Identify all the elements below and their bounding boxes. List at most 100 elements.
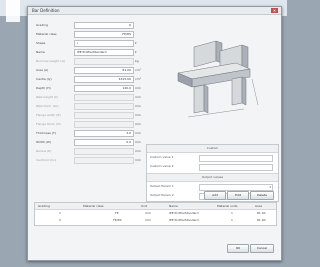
column-header[interactable]: Grading <box>38 203 50 209</box>
area-field[interactable]: 81.00 <box>74 67 134 74</box>
bar-definition-window: Bar Definition ✕ Grading 0 Material clas… <box>27 6 282 261</box>
output-param-1-label: Output Param 1 <box>150 184 174 188</box>
web-thickness-field <box>74 103 134 110</box>
web-height-field <box>74 94 134 101</box>
table-cell: 1 <box>59 211 61 215</box>
centroid-field <box>74 157 134 164</box>
field-label: Nominal weight (G) <box>36 59 66 63</box>
profile-name-select[interactable]: IPE Profile/Standard <box>74 49 134 56</box>
table-cell: 81.00 <box>257 211 266 215</box>
unit-label: mm <box>135 149 141 153</box>
flange-width-field <box>74 112 134 119</box>
unit-label: cm⁴ <box>135 77 141 81</box>
width-field[interactable]: 0.0 <box>74 139 134 146</box>
field-label: Thickness (T) <box>36 131 56 135</box>
ok-button[interactable]: OK <box>227 244 249 253</box>
delete-button[interactable]: Delete <box>250 191 274 200</box>
section-properties-form: Grading 0 Material class FE/RS Shape I ▾… <box>34 21 152 175</box>
add-button[interactable]: Add <box>204 191 226 200</box>
table-cell: 1 <box>231 218 233 222</box>
table-cell: 1 <box>231 211 233 215</box>
custom-value-2-label: Custom value 2 <box>150 164 174 168</box>
material-class-field[interactable]: FE/RS <box>74 31 134 38</box>
thickness-field[interactable]: 3.0 <box>74 130 134 137</box>
table-cell: IPE Profile/Standard <box>169 211 199 215</box>
output-param-1-select[interactable]: ▾ <box>199 184 273 191</box>
table-cell: mm <box>145 211 151 215</box>
unit-label: cm² <box>135 68 141 72</box>
field-label: Web thick. (tw) <box>36 104 59 108</box>
unit-label: mm <box>135 140 141 144</box>
table-row[interactable]: 2 FE/RS mm IPE Profile/Standard 1 81.00 <box>35 217 276 223</box>
table-cell: FE <box>115 211 119 215</box>
bars-table: Grading Material class Unit Name Materia… <box>34 202 277 226</box>
form-row-grading: Grading 0 <box>34 21 152 29</box>
table-cell: 2 <box>59 218 61 222</box>
field-label: Area (A) <box>36 68 49 72</box>
field-label: Web height (h) <box>36 95 59 99</box>
field-label: Centroid (Cx) <box>36 158 56 162</box>
column-header[interactable]: Area <box>255 203 262 209</box>
column-header[interactable]: Unit <box>141 203 147 209</box>
output-values-title: Output values <box>201 175 224 179</box>
table-cell: mm <box>145 218 151 222</box>
cancel-button[interactable]: Cancel <box>250 244 274 253</box>
edit-button[interactable]: Edit <box>227 191 249 200</box>
form-row-width: Width (W) 0.0 mm <box>34 138 152 146</box>
form-row-thickness: Thickness (T) 3.0 mm <box>34 129 152 137</box>
field-label: Name <box>36 50 45 54</box>
chevron-down-icon[interactable]: ▾ <box>135 39 137 47</box>
output-values-header: Output values <box>147 173 278 182</box>
chevron-down-icon[interactable]: ▾ <box>135 48 137 56</box>
unit-label: mm <box>135 131 141 135</box>
table-cell: 81.00 <box>257 218 266 222</box>
shape-select[interactable]: I <box>74 40 134 47</box>
form-row-radius: Radius (R) mm <box>34 147 152 155</box>
table-cell: IPE Profile/Standard <box>169 218 199 222</box>
nominal-weight-field <box>74 58 134 65</box>
beam-preview-image <box>177 40 259 118</box>
field-label: Flange width (B) <box>36 113 61 117</box>
unit-label: mm <box>135 86 141 90</box>
form-row-area: Area (A) 81.00 cm² <box>34 66 152 74</box>
window-title: Bar Definition <box>32 8 60 13</box>
field-label: Material class <box>36 32 57 36</box>
custom-value-2-input[interactable] <box>199 164 273 171</box>
field-label: Radius (R) <box>36 149 52 153</box>
column-header[interactable]: Material class <box>83 203 104 209</box>
form-row-depth: Depth (H) 120.0 mm <box>34 84 152 92</box>
form-row-inertia: Inertia (Iy) 4315.00 cm⁴ <box>34 75 152 83</box>
unit-label: mm <box>135 95 141 99</box>
depth-field[interactable]: 120.0 <box>74 85 134 92</box>
field-label: Inertia (Iy) <box>36 77 52 81</box>
title-bar[interactable]: Bar Definition ✕ <box>28 7 281 15</box>
form-row-web-height: Web height (h) mm <box>34 93 152 101</box>
table-row[interactable]: 1 FE mm IPE Profile/Standard 1 81.00 <box>35 210 276 216</box>
custom-panel-title: Custom <box>206 146 219 150</box>
custom-value-1-label: Custom value 1 <box>150 155 174 159</box>
field-label: Flange thick. (tf) <box>36 122 61 126</box>
field-label: Grading <box>36 23 48 27</box>
inertia-field[interactable]: 4315.00 <box>74 76 134 83</box>
flange-thickness-field <box>74 121 134 128</box>
column-header[interactable]: Material units <box>217 203 238 209</box>
close-button[interactable]: ✕ <box>271 8 278 13</box>
desktop-glyph <box>6 0 20 22</box>
unit-label: mm <box>135 113 141 117</box>
field-label: Width (W) <box>36 140 51 144</box>
table-cell: FE/RS <box>113 218 122 222</box>
form-row-centroid: Centroid (Cx) mm <box>34 156 152 164</box>
form-row-name: Name IPE Profile/Standard ▾ <box>34 48 152 56</box>
custom-value-1-input[interactable] <box>199 155 273 162</box>
section-preview <box>158 21 276 139</box>
custom-panel-header: Custom <box>147 145 278 153</box>
form-row-material-class: Material class FE/RS <box>34 30 152 38</box>
close-icon: ✕ <box>272 8 277 13</box>
grading-select[interactable]: 0 <box>74 22 134 29</box>
radius-field <box>74 148 134 155</box>
column-header[interactable]: Name <box>169 203 178 209</box>
chevron-down-icon: ▾ <box>269 185 271 189</box>
form-row-web-thickness: Web thick. (tw) mm <box>34 102 152 110</box>
form-row-flange-thickness: Flange thick. (tf) mm <box>34 120 152 128</box>
field-label: Shape <box>36 41 46 45</box>
